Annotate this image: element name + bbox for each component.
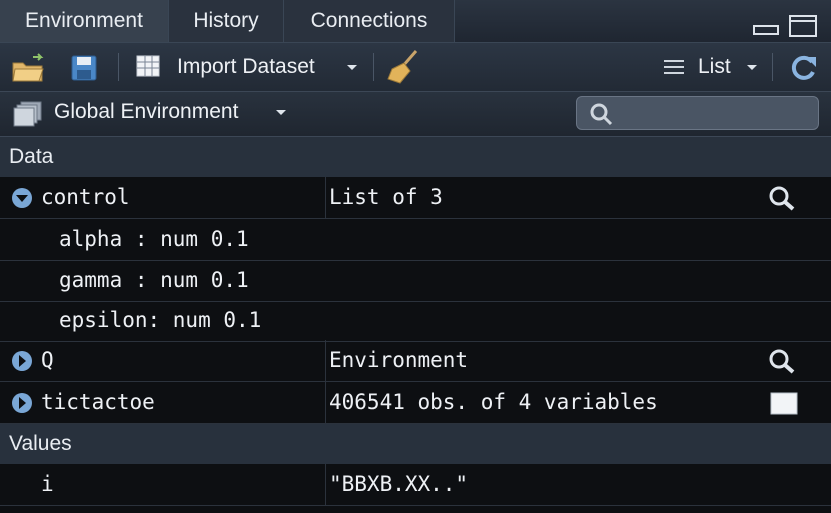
table-row[interactable]: Q Environment [0,340,831,382]
variable-value: "BBXB.XX.." [329,472,469,496]
environment-scope-dropdown[interactable]: Global Environment [54,92,238,136]
chevron-down-icon[interactable] [275,108,287,118]
list-element-summary: alpha : num 0.1 [59,227,249,251]
save-workspace-icon[interactable] [70,54,98,82]
chevron-down-icon[interactable] [746,63,758,73]
search-input[interactable] [576,96,819,130]
tab-environment[interactable]: Environment [0,0,169,42]
column-divider [325,177,326,218]
data-section-header: Data [0,137,831,177]
environment-toolbar: Import Dataset List [0,43,831,92]
values-section-header: Values [0,424,831,464]
list-item: epsilon: num 0.1 [0,300,831,342]
table-row[interactable]: i "BBXB.XX.." [0,464,831,506]
minimize-pane-icon[interactable] [752,14,780,36]
view-mode-dropdown[interactable]: List [698,43,731,91]
expand-icon[interactable] [11,350,33,372]
expand-icon[interactable] [11,392,33,414]
list-view-icon[interactable] [662,57,686,77]
magnifier-icon[interactable] [768,348,796,374]
column-divider [325,464,326,505]
pane-tab-bar: Environment History Connections [0,0,831,43]
list-item: gamma : num 0.1 [0,260,831,302]
variable-name: i [41,472,54,496]
import-dataset-button[interactable]: Import Dataset [177,43,315,91]
load-workspace-icon[interactable] [11,53,47,83]
toolbar-separator [118,53,119,81]
table-row[interactable]: control List of 3 [0,177,831,219]
environment-scope-bar: Global Environment [0,92,831,137]
maximize-pane-icon[interactable] [788,14,818,38]
variable-name: control [41,185,130,209]
column-divider [325,382,326,423]
broom-clear-icon[interactable] [386,49,420,85]
variable-name: Q [41,348,54,372]
toolbar-separator [772,53,773,81]
list-item: alpha : num 0.1 [0,219,831,261]
tab-connections[interactable]: Connections [284,0,455,42]
variable-value: Environment [329,348,469,372]
table-row[interactable]: tictactoe 406541 obs. of 4 variables [0,382,831,424]
search-icon [590,103,613,126]
variable-name: tictactoe [41,390,155,414]
toolbar-separator [373,53,374,81]
import-dataset-icon[interactable] [135,54,163,80]
variable-value: 406541 obs. of 4 variables [329,390,658,414]
chevron-down-icon[interactable] [346,63,358,73]
tab-history[interactable]: History [169,0,284,42]
environment-stack-icon [13,101,42,127]
table-grid-icon[interactable] [770,392,798,416]
list-element-summary: epsilon: num 0.1 [59,308,262,332]
collapse-icon[interactable] [11,187,33,209]
magnifier-icon[interactable] [768,185,796,211]
refresh-icon[interactable] [788,53,818,83]
variable-value: List of 3 [329,185,443,209]
column-divider [325,340,326,381]
list-element-summary: gamma : num 0.1 [59,268,249,292]
